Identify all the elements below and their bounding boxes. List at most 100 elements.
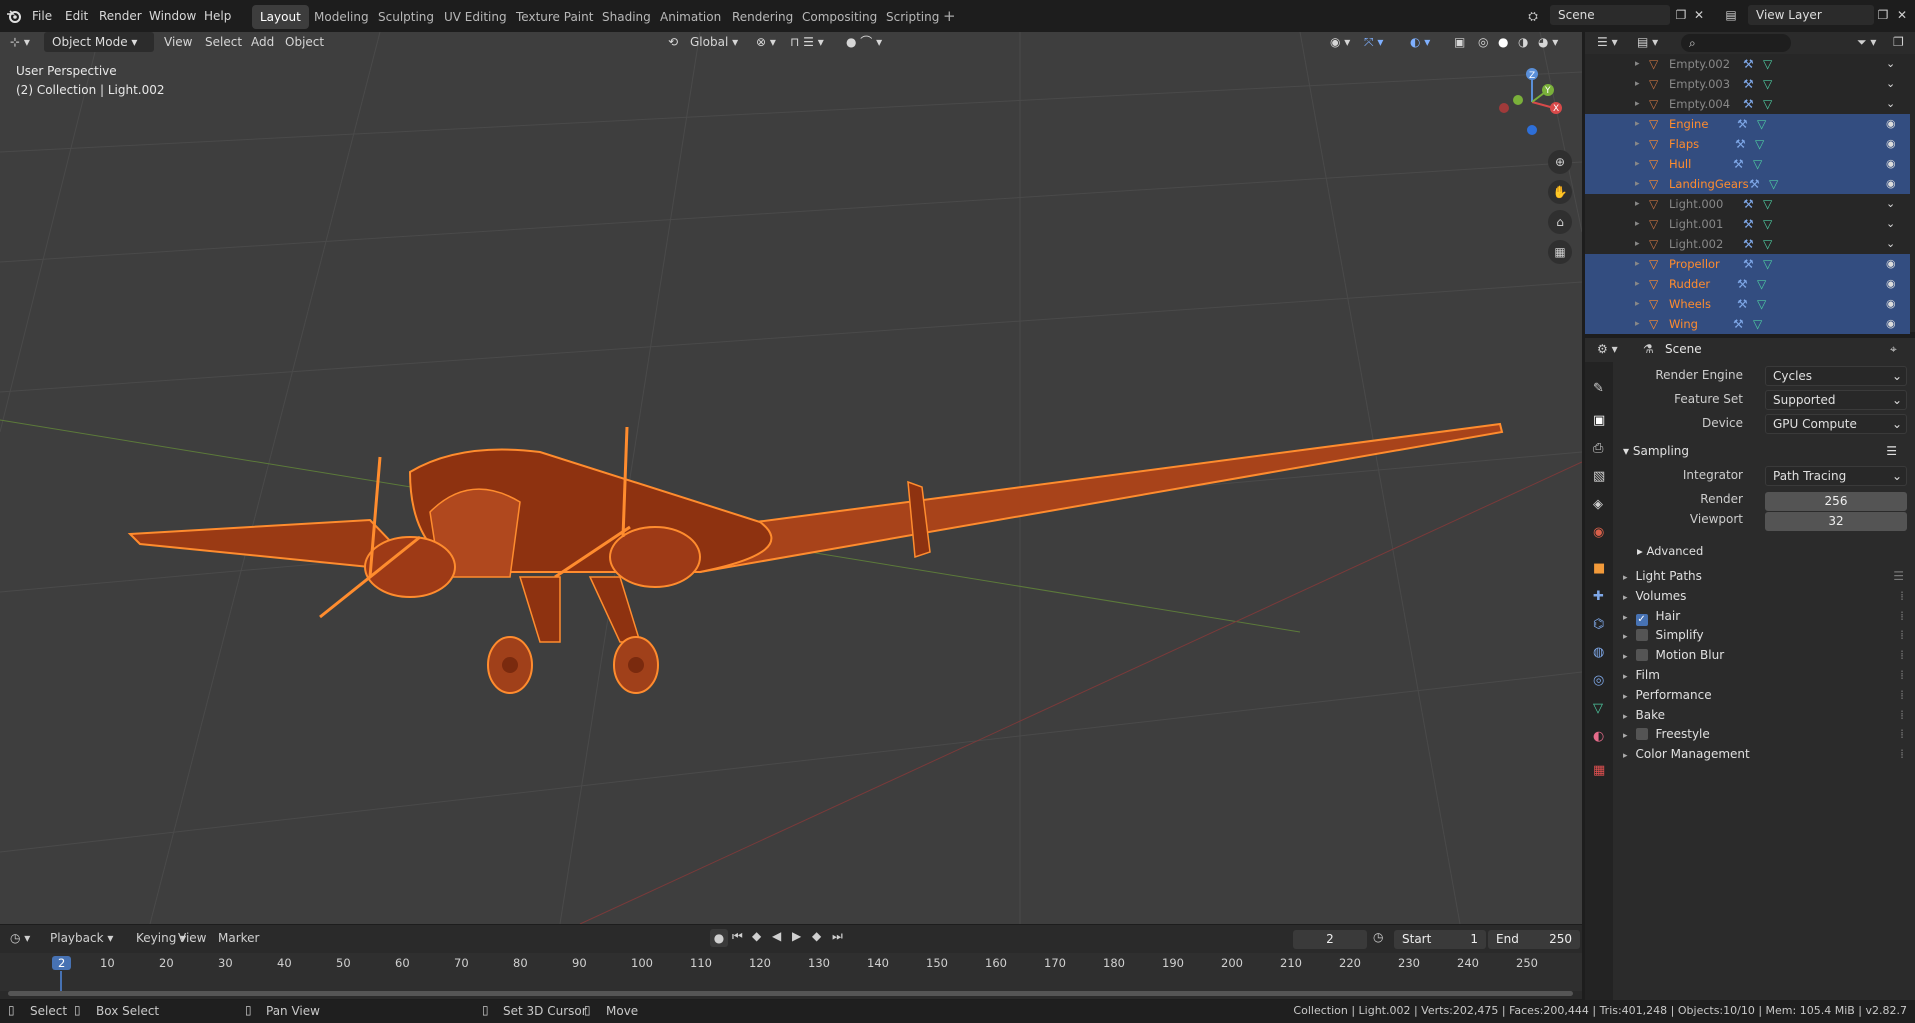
outliner-row-label[interactable]: Wing [1669,314,1698,334]
new-view-layer-icon[interactable]: ❐ [1874,6,1892,24]
expand-arrow-icon[interactable]: ▸ [1635,54,1640,74]
gizmo-toggle-icon[interactable]: ⤧ ▾ [1364,32,1383,52]
drag-handle-icon[interactable]: ⁞ [1900,724,1904,744]
visibility-eye-icon[interactable]: ⌄ [1886,96,1902,112]
outliner-row-label[interactable]: Wheels [1669,294,1711,314]
expand-arrow-icon[interactable]: ▸ [1635,274,1640,294]
visibility-eye-icon[interactable]: ⌄ [1886,216,1902,232]
expand-arrow-icon[interactable]: ▸ [1635,214,1640,234]
tab-texture-paint[interactable]: Texture Paint [508,5,601,29]
outliner[interactable]: ☰ ▾ ▤ ▾ ⌕ ⏷ ▾ ❐ ▸ ▽ Empty.002 ⚒ ▽ ⌄ ▸ ▽ Empty.00… [1585,32,1915,334]
visibility-eye-icon[interactable]: ◉ [1886,116,1902,132]
viewport-menu-select[interactable]: Select [205,32,242,52]
scene-icon[interactable]: ⛭ [1524,7,1542,25]
tab-layout[interactable]: Layout [252,5,309,29]
display-mode-icon[interactable]: ▤ ▾ [1637,35,1658,49]
preview-range-icon[interactable]: ◷ [1373,930,1383,944]
visibility-icon[interactable]: ◉ ▾ [1330,32,1350,52]
outliner-row[interactable]: ▸ ▽ Light.001 ⚒ ▽ ⌄ [1585,214,1910,234]
visibility-eye-icon[interactable]: ◉ [1886,136,1902,152]
outliner-row[interactable]: ▸ ▽ Wing ⚒ ▽ ◉ [1585,314,1910,334]
pin-icon[interactable]: ⌖ [1890,342,1897,357]
outliner-row[interactable]: ▸ ▽ Rudder ⚒ ▽ ◉ [1585,274,1910,294]
object-mode-dropdown[interactable]: Object Mode ▾ [44,32,154,52]
expand-arrow-icon[interactable]: ▸ [1635,294,1640,314]
end-frame-field[interactable]: End 250 [1488,930,1580,949]
advanced-subsection[interactable]: ▸ Advanced [1637,541,1703,561]
visibility-eye-icon[interactable]: ⌄ [1886,56,1902,72]
pan-hand-icon[interactable]: ✋ [1548,180,1572,204]
section-simplify[interactable]: ▸ Simplify ⁞ [1623,625,1908,645]
section-performance[interactable]: ▸ Performance ⁞ [1623,685,1908,705]
drag-handle-icon[interactable]: ⁞ [1900,665,1904,685]
outliner-row-label[interactable]: Hull [1669,154,1691,174]
outliner-row[interactable]: ▸ ▽ Propellor ⚒ ▽ ◉ [1585,254,1910,274]
snap-icon[interactable]: ⊓ ☰ ▾ [790,32,824,52]
timeline-scrollbar[interactable] [8,991,1573,996]
prev-keyframe-button[interactable]: ◆ [752,929,761,943]
expand-arrow-icon[interactable]: ▸ [1635,174,1640,194]
viewport-samples-field[interactable]: 32 [1765,512,1907,531]
xray-icon[interactable]: ▣ [1454,32,1465,52]
collapse-arrow-icon[interactable]: ▸ [1623,731,1628,741]
new-scene-icon[interactable]: ❐ [1672,6,1690,24]
current-frame-field[interactable]: 2 [1293,930,1367,949]
tab-scripting[interactable]: Scripting [878,5,947,29]
outliner-editor-icon[interactable]: ☰ ▾ [1597,35,1618,49]
transform-orientation-icon[interactable]: ⟲ [668,32,678,52]
tab-uv-editing[interactable]: UV Editing [436,5,515,29]
timeline-ruler[interactable]: 2 10 20 30 40 50 60 70 80 90 100 110 120 130 140 150 160… [0,953,1582,991]
drag-handle-icon[interactable]: ⁞ [1900,586,1904,606]
view-layer-icon[interactable]: ▤ [1722,6,1740,24]
outliner-row[interactable]: ▸ ▽ Empty.002 ⚒ ▽ ⌄ [1585,54,1910,74]
outliner-row[interactable]: ▸ ▽ Flaps ⚒ ▽ ◉ [1585,134,1910,154]
expand-arrow-icon[interactable]: ▸ [1635,134,1640,154]
visibility-eye-icon[interactable]: ◉ [1886,276,1902,292]
outliner-row[interactable]: ▸ ▽ Light.000 ⚒ ▽ ⌄ [1585,194,1910,214]
play-reverse-button[interactable]: ◀ [772,929,781,943]
scene-name-field[interactable]: Scene [1550,5,1670,25]
properties-editor[interactable]: ⚙ ▾ ⚗ Scene ⌖ Render Engine Cycles ⌄ Feat… [1585,338,1915,1000]
3d-viewport[interactable]: ⊹ ▾ Object Mode ▾ View Select Add Object… [0,32,1582,924]
collapse-arrow-icon[interactable]: ▸ [1623,593,1628,603]
timeline-menu-playback[interactable]: Playback ▾ [50,931,113,945]
menu-window[interactable]: Window [149,0,196,32]
expand-arrow-icon[interactable]: ▸ [1635,194,1640,214]
section-volumes[interactable]: ▸ Volumes ⁞ [1623,586,1908,606]
collapse-arrow-icon[interactable]: ▸ [1623,712,1628,722]
collapse-arrow-icon[interactable]: ▸ [1623,751,1628,761]
section-checkbox[interactable] [1635,649,1648,662]
sampling-presets-icon[interactable]: ☰ [1886,441,1897,461]
visibility-eye-icon[interactable]: ◉ [1886,256,1902,272]
render-samples-field[interactable]: 256 [1765,492,1907,511]
section-freestyle[interactable]: ▸ Freestyle ⁞ [1623,724,1908,744]
visibility-eye-icon[interactable]: ⌄ [1886,236,1902,252]
navigation-gizmo[interactable]: Z X Y [1490,62,1570,142]
render-engine-dropdown[interactable]: Cycles ⌄ [1765,366,1907,386]
expand-arrow-icon[interactable]: ▸ [1635,154,1640,174]
record-button[interactable]: ● [710,929,728,947]
wireframe-shading-icon[interactable]: ◎ [1478,32,1488,52]
next-keyframe-button[interactable]: ◆ [812,929,821,943]
outliner-row-label[interactable]: Engine [1669,114,1708,134]
section-motion-blur[interactable]: ▸ Motion Blur ⁞ [1623,645,1908,665]
visibility-eye-icon[interactable]: ⌄ [1886,76,1902,92]
tab-modeling[interactable]: Modeling [306,5,377,29]
outliner-row[interactable]: ▸ ▽ Hull ⚒ ▽ ◉ [1585,154,1910,174]
delete-scene-icon[interactable]: ✕ [1690,6,1708,24]
proportional-edit-icon[interactable]: ● ⌒ ▾ [846,32,882,52]
outliner-row[interactable]: ▸ ▽ Wheels ⚒ ▽ ◉ [1585,294,1910,314]
add-workspace-icon[interactable]: + [943,0,956,32]
delete-view-layer-icon[interactable]: ✕ [1893,6,1911,24]
play-button[interactable]: ▶ [792,929,801,943]
section-color-management[interactable]: ▸ Color Management ⁞ [1623,744,1908,764]
outliner-row[interactable]: ▸ ▽ Empty.004 ⚒ ▽ ⌄ [1585,94,1910,114]
visibility-eye-icon[interactable]: ⌄ [1886,196,1902,212]
section-presets-icon[interactable]: ☰ [1893,566,1904,586]
outliner-row[interactable]: ▸ ▽ LandingGears ⚒ ▽ ◉ [1585,174,1910,194]
overlays-icon[interactable]: ◐ ▾ [1410,32,1430,52]
expand-arrow-icon[interactable]: ▸ [1635,114,1640,134]
outliner-row[interactable]: ▸ ▽ Empty.003 ⚒ ▽ ⌄ [1585,74,1910,94]
properties-editor-icon[interactable]: ⚙ ▾ [1597,342,1618,356]
collapse-arrow-icon[interactable]: ▸ [1623,672,1628,682]
